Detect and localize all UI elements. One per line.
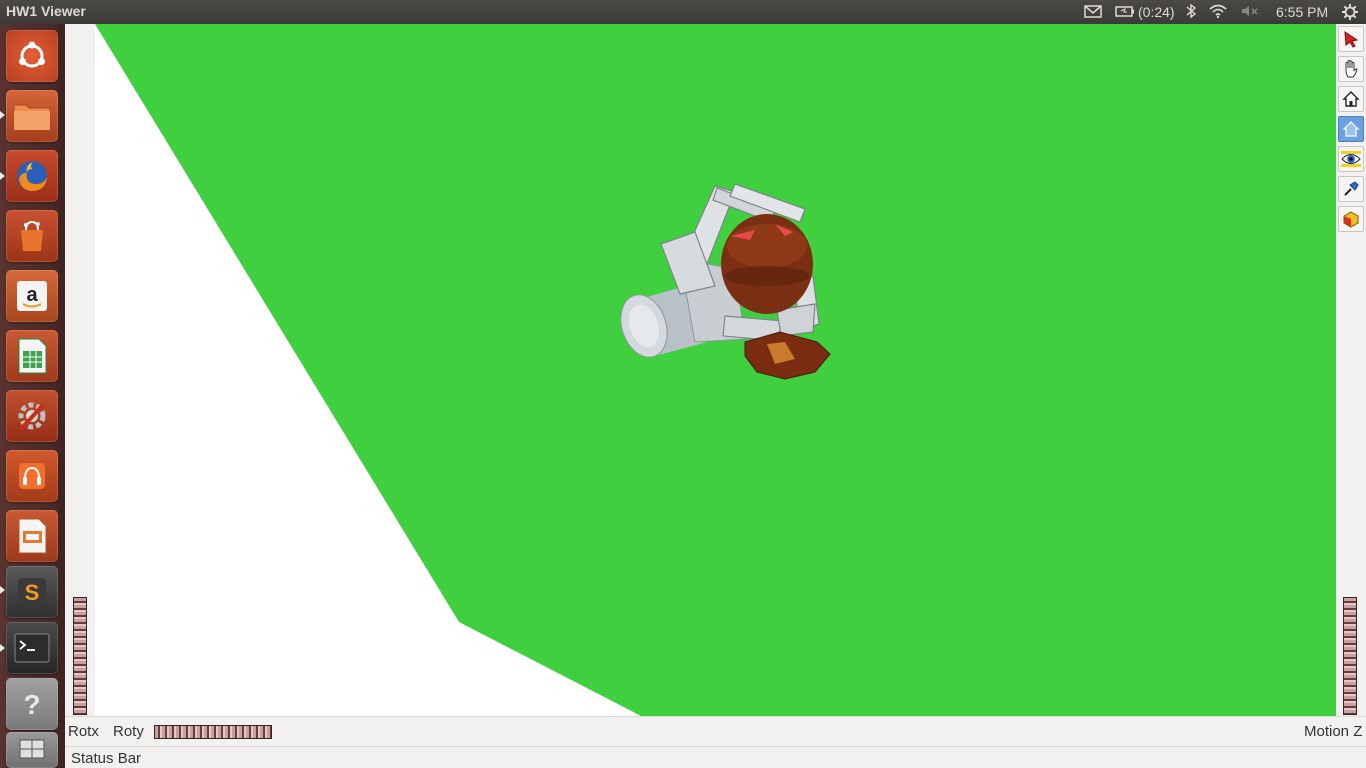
battery-time: (0:24) — [1138, 4, 1175, 20]
rotx-thumbwheel[interactable] — [73, 597, 87, 715]
volume-muted-icon[interactable] — [1240, 3, 1260, 19]
select-arrow-icon[interactable] — [1338, 26, 1364, 52]
roty-thumbwheel[interactable] — [154, 725, 272, 739]
home-icon[interactable] — [1338, 86, 1364, 112]
help-icon[interactable]: ? — [6, 678, 58, 730]
files-icon[interactable] — [6, 90, 58, 142]
libreoffice-impress-icon[interactable] — [6, 510, 58, 562]
rotx-label: Rotx — [68, 723, 99, 740]
workspace-switcher-icon[interactable] — [6, 732, 58, 768]
seek-icon[interactable] — [1338, 176, 1364, 202]
background-region — [95, 24, 641, 716]
svg-text:a: a — [26, 284, 38, 306]
status-text: Status Bar — [71, 750, 142, 767]
window-title: HW1 Viewer — [6, 3, 86, 19]
viewer-area — [65, 24, 1366, 716]
session-gear-icon[interactable] — [1341, 3, 1359, 21]
thumbwheel-bar: Rotx Roty Motion Z — [65, 716, 1366, 746]
mail-icon[interactable] — [1084, 3, 1102, 19]
svg-text:S: S — [25, 580, 40, 605]
files-running-indicator — [0, 111, 5, 119]
3d-scene-canvas[interactable] — [95, 24, 1336, 716]
bluetooth-icon[interactable] — [1185, 3, 1197, 19]
motion-z-thumbwheel[interactable] — [1343, 597, 1357, 715]
launcher: a S ? — [0, 24, 65, 768]
software-center-icon[interactable] — [6, 210, 58, 262]
firefox-running-indicator — [0, 172, 5, 180]
system-settings-icon[interactable] — [6, 390, 58, 442]
terminal-running-indicator — [0, 644, 5, 652]
ubuntu-one-music-icon[interactable] — [6, 450, 58, 502]
hand-pan-icon[interactable] — [1338, 56, 1364, 82]
sublime-text-icon[interactable]: S — [6, 566, 58, 618]
ubuntu-dash-icon[interactable] — [6, 30, 58, 82]
projection-cube-icon[interactable] — [1338, 206, 1364, 232]
battery-icon[interactable] — [1115, 3, 1135, 19]
sublime-running-indicator — [0, 586, 5, 594]
wifi-icon[interactable] — [1208, 3, 1228, 19]
status-bar: Status Bar — [65, 746, 1366, 768]
terminal-icon[interactable] — [6, 622, 58, 674]
view-all-eye-icon[interactable] — [1338, 146, 1364, 172]
motion-z-label: Motion Z — [1304, 723, 1363, 740]
top-panel: HW1 Viewer (0:24) 6:55 PM — [0, 0, 1366, 24]
amazon-icon[interactable]: a — [6, 270, 58, 322]
viewer-toolbar — [1336, 24, 1366, 254]
firefox-icon[interactable] — [6, 150, 58, 202]
roty-label: Roty — [113, 723, 144, 740]
clock[interactable]: 6:55 PM — [1276, 3, 1328, 21]
set-home-icon[interactable] — [1338, 116, 1364, 142]
libreoffice-calc-icon[interactable] — [6, 330, 58, 382]
svg-text:?: ? — [23, 689, 40, 720]
